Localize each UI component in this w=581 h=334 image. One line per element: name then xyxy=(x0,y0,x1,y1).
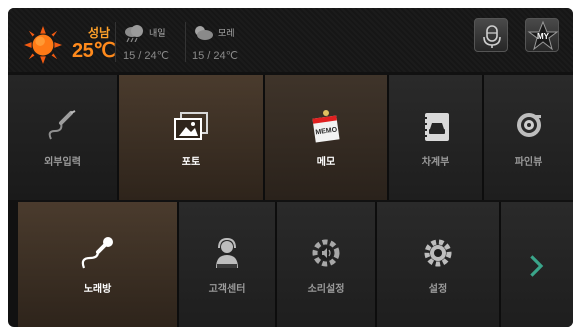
customer-center-icon xyxy=(216,237,238,268)
tile-label: 외부입력 xyxy=(44,157,81,168)
tile-customer-center[interactable]: 고객센터 xyxy=(179,202,277,327)
karaoke-mic-icon xyxy=(81,237,113,269)
divider xyxy=(115,22,116,62)
tile-sound-settings[interactable]: 소리설정 xyxy=(277,202,377,327)
microphone-icon xyxy=(483,25,501,48)
app-frame: 성남 25℃ 내일 15 / 24℃ 모레 15 / 24℃ MY 외부입력 포… xyxy=(8,8,573,327)
tile-karaoke[interactable]: 노래방 xyxy=(18,202,179,327)
cloud-sun-icon xyxy=(195,26,213,40)
photo-icon xyxy=(174,112,208,140)
current-temperature: 25℃ xyxy=(72,40,116,62)
forecast-day-after[interactable]: 모레 15 / 24℃ xyxy=(192,22,252,62)
status-bar: 성남 25℃ 내일 15 / 24℃ 모레 15 / 24℃ MY xyxy=(8,8,573,72)
fineview-icon xyxy=(516,113,541,137)
tile-fineview[interactable]: 파인뷰 xyxy=(484,75,573,200)
forecast-tomorrow[interactable]: 내일 15 / 24℃ xyxy=(123,22,183,62)
forecast-temperature: 15 / 24℃ xyxy=(123,50,169,62)
tile-label: 차계부 xyxy=(421,157,450,168)
tile-settings[interactable]: 설정 xyxy=(377,202,501,327)
external-input-icon xyxy=(48,110,75,140)
tile-label: 고객센터 xyxy=(208,284,246,295)
sound-settings-icon xyxy=(312,239,340,267)
chevron-right-icon xyxy=(530,255,544,277)
rain-cloud-icon xyxy=(125,25,143,42)
tile-label: 포토 xyxy=(181,157,201,168)
tile-photo[interactable]: 포토 xyxy=(119,75,265,200)
tile-label: 파인뷰 xyxy=(514,157,543,168)
memo-icon: MEMO xyxy=(312,110,340,143)
voice-button[interactable] xyxy=(474,18,508,52)
menu-row-1: 외부입력 포토 MEMO 메모 차계부 파인뷰 xyxy=(8,75,573,200)
gear-icon xyxy=(424,239,452,267)
forecast-day: 모레 xyxy=(218,29,235,39)
my-label: MY xyxy=(537,32,550,41)
tile-external-input[interactable]: 외부입력 xyxy=(8,75,119,200)
sun-icon xyxy=(24,26,62,64)
tile-label: 소리설정 xyxy=(307,284,345,295)
my-menu-button[interactable]: MY xyxy=(525,18,559,52)
tile-car-logbook[interactable]: 차계부 xyxy=(389,75,484,200)
forecast-temperature: 15 / 24℃ xyxy=(192,50,238,62)
tile-label: 메모 xyxy=(316,157,336,168)
weather-today[interactable]: 성남 25℃ xyxy=(24,22,124,64)
divider xyxy=(185,22,186,62)
tile-label: 설정 xyxy=(428,284,448,295)
tile-label: 노래방 xyxy=(83,284,112,295)
forecast-day: 내일 xyxy=(149,29,166,39)
car-logbook-icon xyxy=(422,113,449,141)
menu-row-2: 노래방 고객센터 소리설정 설정 xyxy=(8,202,573,327)
next-page-button[interactable] xyxy=(501,202,573,327)
star-icon: MY xyxy=(527,20,559,51)
tile-memo[interactable]: MEMO 메모 xyxy=(265,75,389,200)
